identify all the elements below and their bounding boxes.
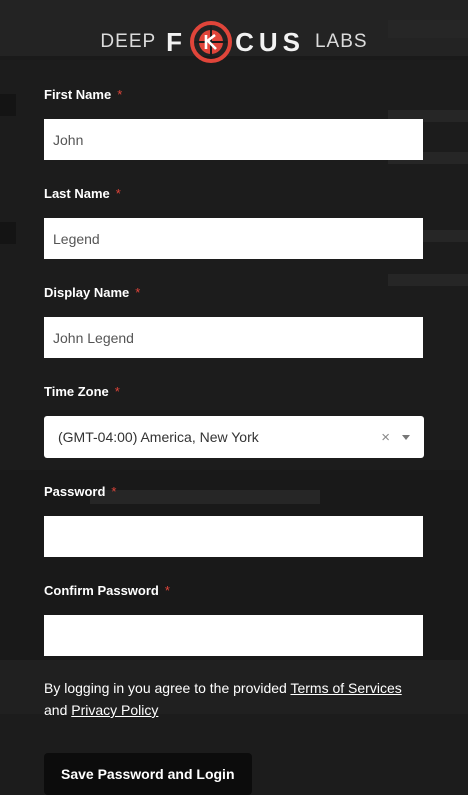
time-zone-select[interactable]: (GMT-04:00) America, New York × <box>44 416 424 458</box>
required-marker: * <box>117 87 123 102</box>
required-marker: * <box>114 384 120 399</box>
brand-text-center: F CUS <box>166 20 305 64</box>
password-input[interactable] <box>44 516 423 557</box>
required-marker: * <box>135 285 141 300</box>
clear-icon[interactable]: × <box>381 429 390 446</box>
background-panel <box>0 94 16 116</box>
first-name-input[interactable]: John <box>44 119 423 160</box>
display-name-label: Display Name * <box>44 285 141 300</box>
confirm-password-input[interactable] <box>44 615 423 656</box>
password-label: Password * <box>44 484 117 499</box>
required-marker: * <box>164 583 170 598</box>
focus-logo-icon <box>189 20 233 64</box>
last-name-input[interactable]: Legend <box>44 218 423 259</box>
brand-logo: DEEP F CUS LABS <box>0 18 468 66</box>
confirm-password-label: Confirm Password * <box>44 583 170 598</box>
brand-text-right: LABS <box>314 31 368 52</box>
display-name-input[interactable]: John Legend <box>44 317 423 358</box>
time-zone-label: Time Zone * <box>44 384 120 399</box>
terms-notice: By logging in you agree to the provided … <box>44 680 402 718</box>
profile-form: First Name * John Last Name * Legend Displ… <box>44 86 424 795</box>
last-name-label: Last Name * <box>44 186 121 201</box>
time-zone-value: (GMT-04:00) America, New York <box>58 429 259 445</box>
privacy-policy-link[interactable]: Privacy Policy <box>71 702 158 718</box>
brand-text-left: DEEP <box>100 31 157 52</box>
chevron-down-icon[interactable] <box>402 434 410 440</box>
save-password-login-button[interactable]: Save Password and Login <box>44 753 252 795</box>
background-panel <box>0 222 16 244</box>
brand-letter-f: F <box>166 26 188 57</box>
required-marker: * <box>115 186 121 201</box>
brand-letters-cus: CUS <box>235 26 305 57</box>
terms-of-services-link[interactable]: Terms of Services <box>290 680 401 696</box>
required-marker: * <box>111 484 117 499</box>
first-name-label: First Name * <box>44 87 123 102</box>
